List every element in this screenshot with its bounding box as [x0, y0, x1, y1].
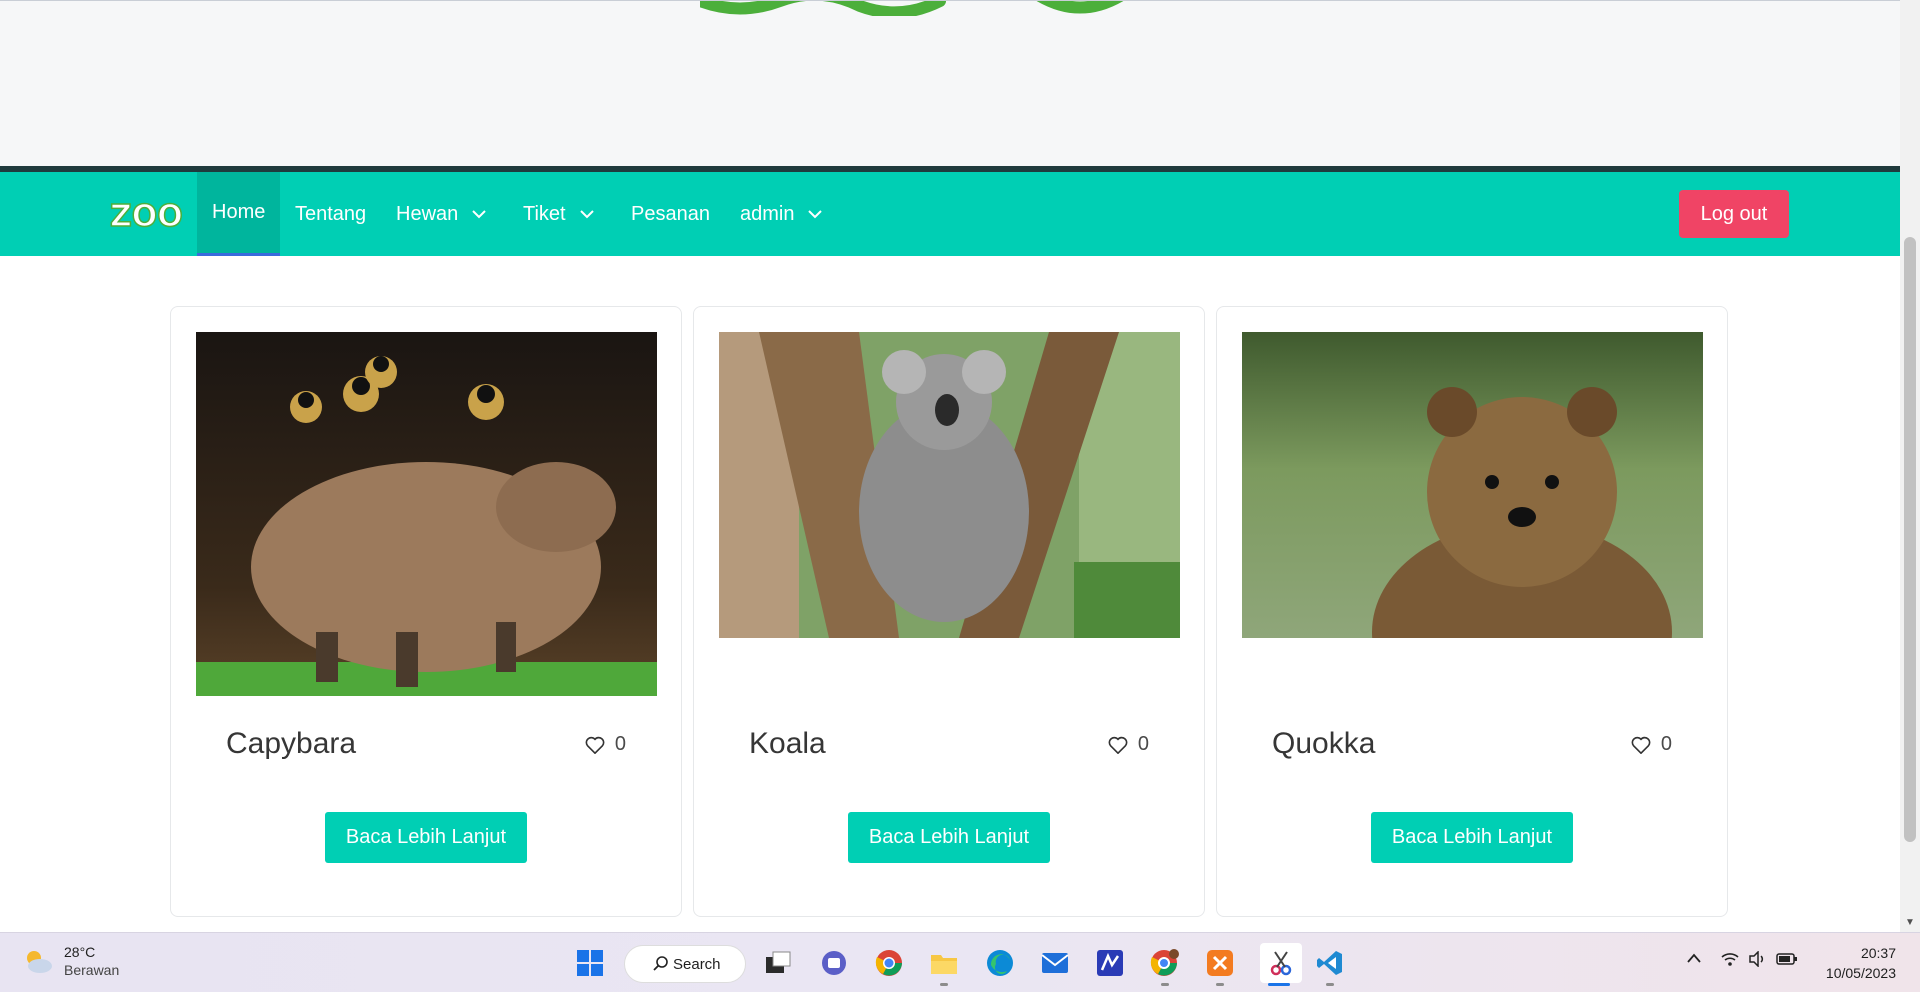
- hero-section: [0, 0, 1900, 168]
- weather-temp: 28°C: [64, 944, 96, 960]
- like-count: 0: [1137, 733, 1149, 755]
- quokka-image: [1242, 332, 1703, 638]
- nav-tentang-label: Tentang: [295, 202, 367, 225]
- chrome-profile-icon[interactable]: [1149, 947, 1181, 979]
- running-indicator: [940, 983, 948, 986]
- zoo-logo-image: [700, 1, 1124, 16]
- vscode-icon[interactable]: [1314, 947, 1346, 979]
- nav-home-label: Home: [212, 201, 266, 223]
- start-icon[interactable]: [574, 947, 606, 979]
- nav-pesanan-label: Pesanan: [631, 202, 710, 225]
- taskbar-search[interactable]: Search: [624, 945, 746, 983]
- like-counter[interactable]: 0: [1108, 733, 1149, 756]
- tray-overflow-chevron-up-icon[interactable]: [1686, 951, 1702, 967]
- running-indicator: [1326, 983, 1334, 986]
- scrollbar-thumb[interactable]: [1904, 237, 1916, 842]
- brand-logo[interactable]: ZOO: [109, 198, 183, 235]
- taskbar-clock[interactable]: 20:37 10/05/2023: [1812, 943, 1896, 983]
- snipping-tool-icon[interactable]: [1260, 943, 1302, 983]
- animal-card-quokka: Quokka 0 Baca Lebih Lanjut: [1216, 306, 1728, 917]
- os-taskbar: 28°C Berawan Search 20:37 10/05/2023: [0, 932, 1920, 992]
- like-count: 0: [1660, 733, 1672, 755]
- nav-tiket-dropdown[interactable]: Tiket: [523, 172, 596, 256]
- weather-cloud-sun-icon: [27, 951, 52, 973]
- volume-icon[interactable]: [1748, 950, 1768, 970]
- card-title: Capybara: [226, 727, 357, 760]
- read-more-button[interactable]: Baca Lebih Lanjut: [848, 812, 1050, 863]
- card-title: Quokka: [1272, 727, 1376, 760]
- search-icon: [653, 956, 668, 971]
- chevron-down-icon: [472, 210, 486, 219]
- nav-hewan-label: Hewan: [396, 202, 459, 225]
- app-shortcut-icon[interactable]: [1094, 947, 1126, 979]
- weather-condition: Berawan: [64, 962, 120, 978]
- logout-button[interactable]: Log out: [1679, 190, 1789, 238]
- read-more-button[interactable]: Baca Lebih Lanjut: [325, 812, 527, 863]
- xampp-icon[interactable]: [1204, 947, 1236, 979]
- main-navbar: ZOO Home Tentang Hewan Tiket Pesanan adm…: [0, 172, 1900, 256]
- mail-icon[interactable]: [1039, 947, 1071, 979]
- chrome-icon[interactable]: [873, 947, 905, 979]
- page-scrollbar[interactable]: ▼: [1900, 0, 1920, 932]
- zoo-logo-icon: ZOO: [109, 198, 183, 235]
- like-counter[interactable]: 0: [585, 733, 626, 756]
- like-count: 0: [614, 733, 626, 755]
- battery-icon[interactable]: [1776, 951, 1798, 970]
- nav-hewan-dropdown[interactable]: Hewan: [396, 172, 488, 256]
- taskbar-search-label: Search: [673, 955, 721, 973]
- nav-admin-label: admin: [740, 202, 795, 225]
- nav-home[interactable]: Home: [197, 172, 281, 256]
- animal-card-capybara: Capybara 0 Baca Lebih Lanjut: [170, 306, 682, 917]
- svg-text:ZOO: ZOO: [110, 199, 182, 232]
- clock-date: 10/05/2023: [1825, 965, 1896, 981]
- teams-chat-icon[interactable]: [818, 947, 850, 979]
- read-more-button[interactable]: Baca Lebih Lanjut: [1371, 812, 1573, 863]
- wifi-icon[interactable]: [1720, 951, 1740, 970]
- active-indicator: [1268, 983, 1290, 986]
- weather-widget[interactable]: 28°C Berawan: [22, 943, 119, 979]
- chevron-down-icon: [579, 210, 594, 219]
- running-indicator: [1216, 983, 1224, 986]
- card-title: Koala: [749, 727, 826, 760]
- edge-icon[interactable]: [984, 947, 1016, 979]
- running-indicator: [1161, 983, 1169, 986]
- nav-tiket-label: Tiket: [523, 202, 566, 225]
- nav-tentang[interactable]: Tentang: [295, 172, 366, 256]
- clock-time: 20:37: [1860, 945, 1896, 961]
- like-counter[interactable]: 0: [1631, 733, 1672, 756]
- nav-pesanan[interactable]: Pesanan: [631, 172, 710, 256]
- heart-icon: [1108, 736, 1128, 754]
- scroll-down-arrow-icon[interactable]: ▼: [1905, 917, 1915, 928]
- task-view-icon[interactable]: [762, 947, 794, 979]
- koala-image: [719, 332, 1180, 638]
- heart-icon: [1631, 736, 1651, 754]
- file-explorer-icon[interactable]: [928, 947, 960, 979]
- animal-card-koala: Koala 0 Baca Lebih Lanjut: [693, 306, 1205, 917]
- heart-icon: [585, 736, 605, 754]
- chevron-down-icon: [808, 210, 823, 219]
- capybara-image: [196, 332, 657, 696]
- nav-admin-dropdown[interactable]: admin: [740, 172, 824, 256]
